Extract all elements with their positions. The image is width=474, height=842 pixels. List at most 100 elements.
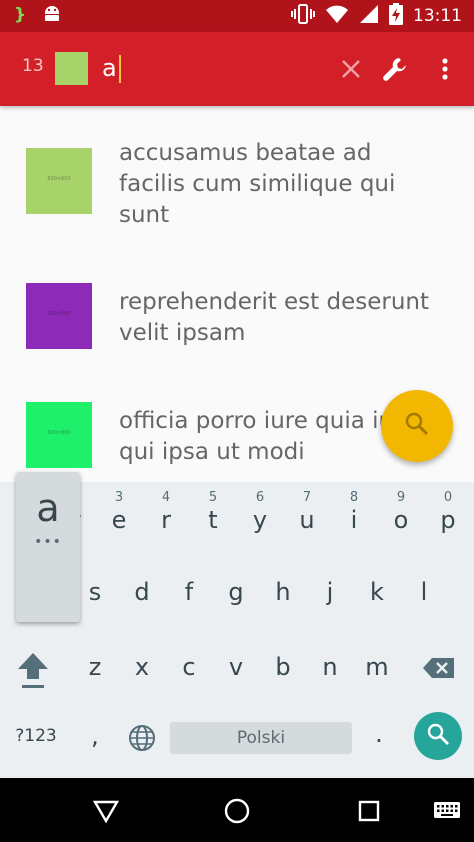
key-n[interactable]: n	[307, 637, 353, 697]
keyboard-icon[interactable]	[430, 794, 464, 828]
key-char: e	[111, 506, 127, 534]
key-z[interactable]: z	[72, 637, 118, 697]
item-title: reprehenderit est deserunt velit ipsam	[119, 289, 430, 346]
text-caret	[118, 55, 121, 83]
search-input[interactable]: a	[102, 51, 121, 85]
key-hint: 7	[302, 490, 312, 505]
space-bar[interactable]: Polski	[170, 722, 352, 754]
search-thumbnail[interactable]	[55, 52, 88, 85]
popup-char: a	[36, 486, 60, 530]
key-char: i	[350, 506, 358, 534]
key-l[interactable]: l	[401, 562, 447, 622]
key-r[interactable]: 4r	[143, 482, 189, 542]
key-m[interactable]: m	[354, 637, 400, 697]
wifi-icon	[325, 4, 349, 28]
navigation-bar	[0, 778, 474, 842]
status-time: 13:11	[413, 6, 462, 26]
search-icon	[404, 411, 430, 441]
key-char: d	[134, 578, 150, 606]
language-key[interactable]	[119, 712, 165, 772]
key-char: b	[275, 653, 291, 681]
search-icon	[426, 722, 450, 750]
key-hint: 0	[443, 490, 453, 505]
search-fab-button[interactable]	[381, 390, 453, 462]
key-char: .	[375, 720, 383, 748]
key-char: n	[322, 653, 338, 681]
key-hint: 3	[114, 490, 124, 505]
key-hint: 4	[161, 490, 171, 505]
vibrate-icon	[291, 4, 315, 28]
key-k[interactable]: k	[354, 562, 400, 622]
shift-icon	[16, 651, 50, 697]
key-t[interactable]: 5t	[190, 482, 236, 542]
recents-icon[interactable]	[352, 794, 386, 828]
key-char: c	[182, 653, 196, 681]
key-char: ?123	[15, 726, 57, 746]
shift-key[interactable]	[10, 637, 56, 697]
screen: } 13:11 13 a 600×600 accusamus beatae ad…	[0, 0, 474, 842]
back-icon[interactable]	[89, 794, 123, 828]
key-hint: 9	[396, 490, 406, 505]
key-f[interactable]: f	[166, 562, 212, 622]
key-d[interactable]: d	[119, 562, 165, 622]
key-x[interactable]: x	[119, 637, 165, 697]
key-char: f	[184, 578, 194, 606]
wrench-icon[interactable]	[378, 52, 412, 86]
battery-charging-icon	[389, 3, 403, 29]
key-g[interactable]: g	[213, 562, 259, 622]
key-u[interactable]: 7u	[284, 482, 330, 542]
globe-icon	[128, 724, 156, 758]
key-char: g	[228, 578, 244, 606]
signal-icon	[359, 4, 379, 28]
period-key[interactable]: .	[356, 712, 402, 772]
backspace-icon	[422, 657, 456, 685]
item-thumbnail: 600×600	[26, 283, 92, 349]
more-vert-icon[interactable]	[428, 52, 462, 86]
key-char: p	[440, 506, 456, 534]
key-char: j	[326, 578, 334, 606]
thumb-label: 600×600	[47, 311, 71, 317]
app-bar: 13 a	[0, 32, 474, 106]
symbols-key[interactable]: ?123	[10, 712, 62, 772]
key-o[interactable]: 9o	[378, 482, 424, 542]
key-i[interactable]: 8i	[331, 482, 377, 542]
braces-icon: }	[14, 5, 27, 25]
key-hint: 5	[208, 490, 218, 505]
key-char: l	[420, 578, 428, 606]
search-query: a	[102, 54, 117, 82]
key-c[interactable]: c	[166, 637, 212, 697]
item-thumbnail: 600×600	[26, 402, 92, 468]
key-hint: 6	[255, 490, 265, 505]
key-char: r	[161, 506, 171, 534]
result-count: 13	[22, 56, 44, 76]
backspace-key[interactable]	[416, 637, 462, 697]
key-y[interactable]: 6y	[237, 482, 283, 542]
key-preview-popup: a •••	[16, 472, 80, 622]
home-icon[interactable]	[220, 794, 254, 828]
key-char: x	[134, 653, 150, 681]
key-char: u	[299, 506, 315, 534]
comma-key[interactable]: ,	[72, 712, 118, 772]
search-enter-key[interactable]	[414, 712, 462, 760]
item-title: accusamus beatae ad facilis cum similiqu…	[119, 140, 396, 228]
popup-more: •••	[34, 534, 62, 550]
key-char: y	[252, 506, 268, 534]
key-char: m	[365, 653, 389, 681]
key-char: z	[88, 653, 102, 681]
thumb-label: 600×600	[47, 176, 71, 182]
key-char: ,	[91, 722, 99, 750]
key-p[interactable]: 0p	[425, 482, 471, 542]
key-e[interactable]: 3e	[96, 482, 142, 542]
key-char: o	[393, 506, 409, 534]
key-hint: 8	[349, 490, 359, 505]
clear-icon[interactable]	[334, 52, 368, 86]
key-char: v	[228, 653, 244, 681]
key-v[interactable]: v	[213, 637, 259, 697]
key-h[interactable]: h	[260, 562, 306, 622]
android-icon	[42, 4, 62, 26]
key-char: t	[208, 506, 218, 534]
status-bar: } 13:11	[0, 0, 474, 32]
item-thumbnail: 600×600	[26, 148, 92, 214]
key-b[interactable]: b	[260, 637, 306, 697]
key-j[interactable]: j	[307, 562, 353, 622]
